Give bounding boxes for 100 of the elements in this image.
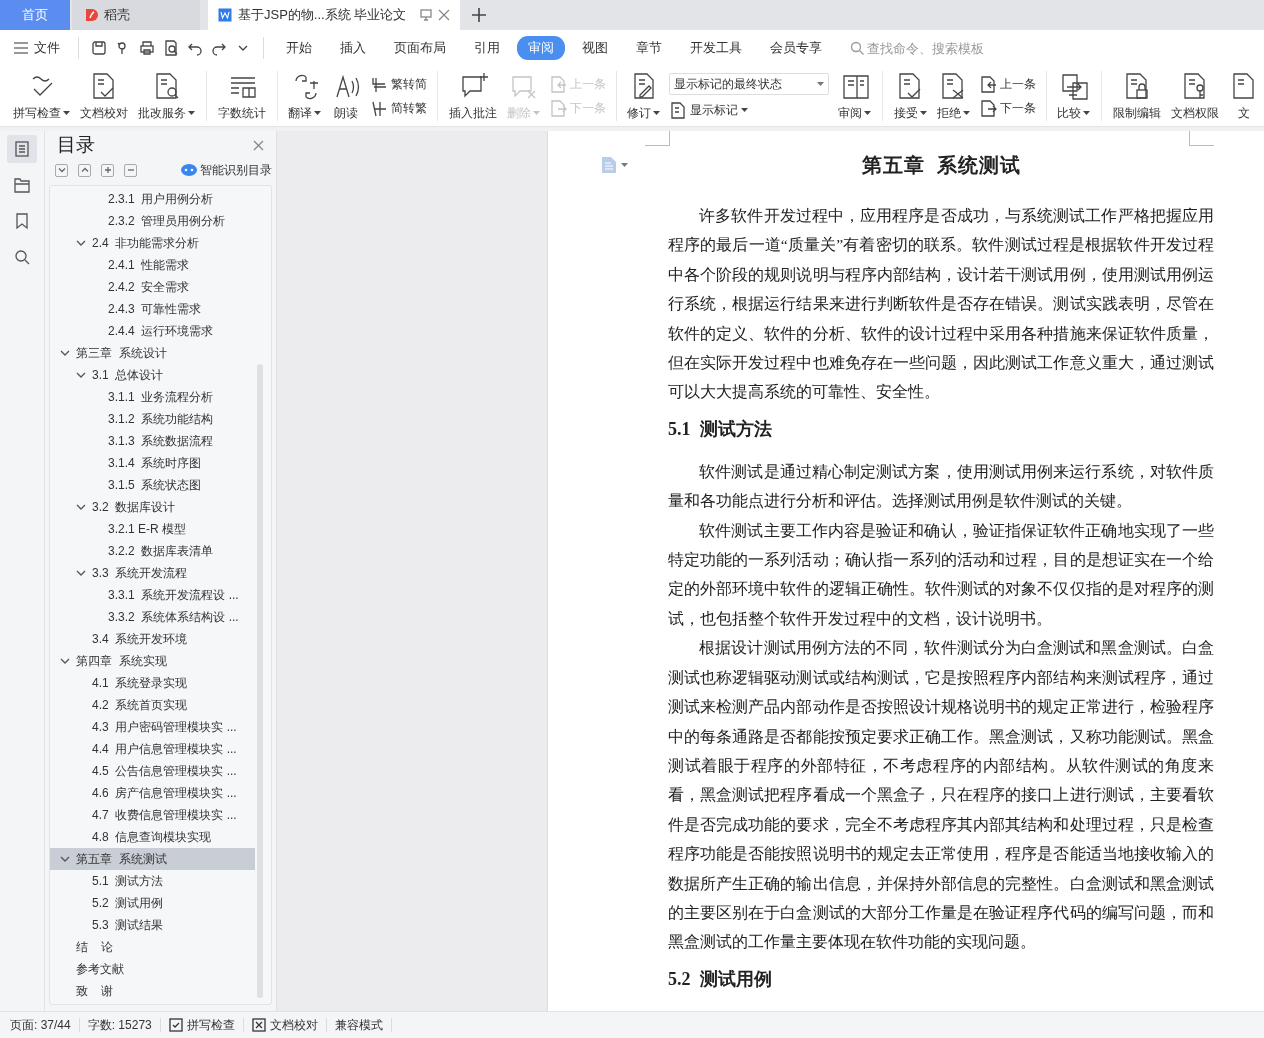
ribbon-button[interactable]: 字数统计 <box>212 70 271 122</box>
toc-item[interactable]: 3.3.2 系统体系结构设 ... <box>50 606 255 628</box>
ribbon-button[interactable]: 文 <box>1224 70 1264 122</box>
ribbon-tab[interactable]: 引用 <box>463 36 511 60</box>
caret-icon <box>741 108 749 112</box>
smart-toc-button[interactable]: 智能识别目录 <box>181 161 272 179</box>
toc-item[interactable]: 第四章 系统实现 <box>50 650 255 672</box>
toc-item[interactable]: 结 论 <box>50 936 255 958</box>
document-icon <box>669 101 688 119</box>
ribbon-tab[interactable]: 会员专享 <box>759 36 833 60</box>
chevron-icon <box>76 502 86 512</box>
toc-item[interactable]: 3.1.1 业务流程分析 <box>50 386 255 408</box>
ribbon-button[interactable]: 拼写检查 <box>8 70 75 122</box>
collapse-button[interactable] <box>78 163 91 177</box>
status-button[interactable]: 文档校对 <box>251 1016 318 1034</box>
collapse-all-button[interactable] <box>124 163 137 177</box>
toc-item[interactable]: 5.2 测试用例 <box>50 892 255 914</box>
ribbon-button[interactable]: 朗读 <box>326 70 367 122</box>
ribbon-button[interactable]: 审阅 <box>833 70 877 122</box>
toc-item[interactable]: 4.2 系统首页实现 <box>50 694 255 716</box>
show-markup-button[interactable]: 显示标记 <box>669 101 830 119</box>
toc-item[interactable]: 4.6 房产信息管理模块实 ... <box>50 782 255 804</box>
file-menu-button[interactable]: 文件 <box>14 39 60 57</box>
toc-item[interactable]: 第五章 系统测试 <box>50 848 255 870</box>
toc-item[interactable]: 5.1 测试方法 <box>50 870 255 892</box>
folder-icon <box>13 176 31 194</box>
chevron-icon <box>60 854 70 864</box>
close-button[interactable] <box>253 139 264 151</box>
toc-item[interactable]: 4.5 公告信息管理模块实 ... <box>50 760 255 782</box>
toc-item[interactable]: 2.4.3 可靠性需求 <box>50 298 255 320</box>
menu-icon <box>14 42 28 54</box>
ribbon-button[interactable]: 文档权限 <box>1166 70 1225 122</box>
ribbon-button[interactable]: 插入批注 <box>443 70 502 122</box>
panel-title: 目录 <box>57 133 95 157</box>
ribbon-button[interactable]: 比较 <box>1052 70 1096 122</box>
toc-item[interactable]: 参考文献 <box>50 958 255 980</box>
side-panel-button[interactable] <box>7 135 37 163</box>
previous-icon <box>548 75 567 93</box>
toc-item[interactable]: 3.2.2 数据库表清单 <box>50 540 255 562</box>
save-icon <box>91 40 107 56</box>
ribbon-button[interactable]: 繁转简 <box>370 75 428 93</box>
document-options-button[interactable] <box>602 157 628 173</box>
toc-item[interactable]: 2.3.2 管理员用例分析 <box>50 210 255 232</box>
document-icon <box>602 157 616 173</box>
ribbon-button[interactable]: 限制编辑 <box>1108 70 1167 122</box>
toc-item[interactable]: 2.4 非功能需求分析 <box>50 232 255 254</box>
toc-item[interactable]: 3.2.1 E-R 模型 <box>50 518 255 540</box>
toc-item[interactable]: 3.1.3 系统数据流程 <box>50 430 255 452</box>
toc-item[interactable]: 4.7 收费信息管理模块实 ... <box>50 804 255 826</box>
toc-item[interactable]: 2.4.2 安全需求 <box>50 276 255 298</box>
robot-icon <box>181 164 197 176</box>
toc-item[interactable]: 3.4 系统开发环境 <box>50 628 255 650</box>
toc-item[interactable]: 3.1.5 系统状态图 <box>50 474 255 496</box>
ribbon-tab[interactable]: 开发工具 <box>679 36 753 60</box>
print-icon <box>139 40 155 56</box>
toc-item[interactable]: 3.3.1 系统开发流程设 ... <box>50 584 255 606</box>
chapter-title: 第五章 系统测试 <box>860 153 1022 178</box>
toc-item[interactable]: 4.1 系统登录实现 <box>50 672 255 694</box>
toc-item[interactable]: 3.3 系统开发流程 <box>50 562 255 584</box>
toc-item[interactable]: 2.4.1 性能需求 <box>50 254 255 276</box>
ribbon-tab[interactable]: 页面布局 <box>383 36 457 60</box>
ribbon-button[interactable]: 批改服务 <box>133 70 200 122</box>
ribbon-button[interactable]: 接受 <box>888 70 932 122</box>
search-field[interactable]: 查找命令、搜索模板 <box>850 40 1007 56</box>
ribbon-tab[interactable]: 插入 <box>329 36 377 60</box>
browser-tab[interactable]: 稻壳 <box>72 0 200 30</box>
ribbon-button[interactable]: 下一条 <box>978 99 1036 117</box>
ribbon-button[interactable]: 修订 <box>622 70 666 122</box>
ribbon-tab[interactable]: 开始 <box>275 36 323 60</box>
toc-item[interactable]: 3.1.2 系统功能结构 <box>50 408 255 430</box>
ribbon-tab[interactable]: 章节 <box>625 36 673 60</box>
toc-item[interactable]: 4.4 用户信息管理模块实 ... <box>50 738 255 760</box>
status-button[interactable]: 拼写检查 <box>168 1016 235 1034</box>
expand-all-button[interactable] <box>101 163 114 177</box>
markup-dropdown[interactable]: 显示标记的最终状态 <box>669 73 830 95</box>
toc-item[interactable]: 致 谢 <box>50 980 255 1002</box>
toc-item[interactable]: 3.2 数据库设计 <box>50 496 255 518</box>
toc-item[interactable]: 第三章 系统设计 <box>50 342 255 364</box>
close-icon <box>253 139 264 151</box>
search-icon <box>850 41 864 55</box>
margin-mark <box>645 131 670 146</box>
toc-item[interactable]: 5.3 测试结果 <box>50 914 255 936</box>
ribbon-button[interactable]: 上一条 <box>978 75 1036 93</box>
ribbon-button[interactable]: 翻译 <box>283 70 327 122</box>
toc-item[interactable]: 4.3 用户密码管理模块实 ... <box>50 716 255 738</box>
toc-item[interactable]: 2.4.4 运行环境需求 <box>50 320 255 342</box>
ribbon-button[interactable]: 简转繁 <box>370 99 428 117</box>
toc-item[interactable]: 3.1.4 系统时序图 <box>50 452 255 474</box>
toc-item[interactable]: 2.3.1 用户用例分析 <box>50 188 255 210</box>
chevron-icon <box>76 238 86 248</box>
ribbon-button[interactable]: 文档校对 <box>75 70 133 122</box>
expand-button[interactable] <box>55 163 68 177</box>
browser-tab[interactable]: 基于JSP的物...系统 毕业论文 <box>208 0 460 30</box>
next-icon <box>978 99 997 117</box>
status-text: 字数: 15273 <box>87 1016 152 1034</box>
ribbon-tab[interactable]: 视图 <box>571 36 619 60</box>
toc-item[interactable]: 4.8 信息查询模块实现 <box>50 826 255 848</box>
ribbon-button[interactable]: 拒绝 <box>931 70 975 122</box>
toc-item[interactable]: 3.1 总体设计 <box>50 364 255 386</box>
search-icon <box>13 248 31 266</box>
